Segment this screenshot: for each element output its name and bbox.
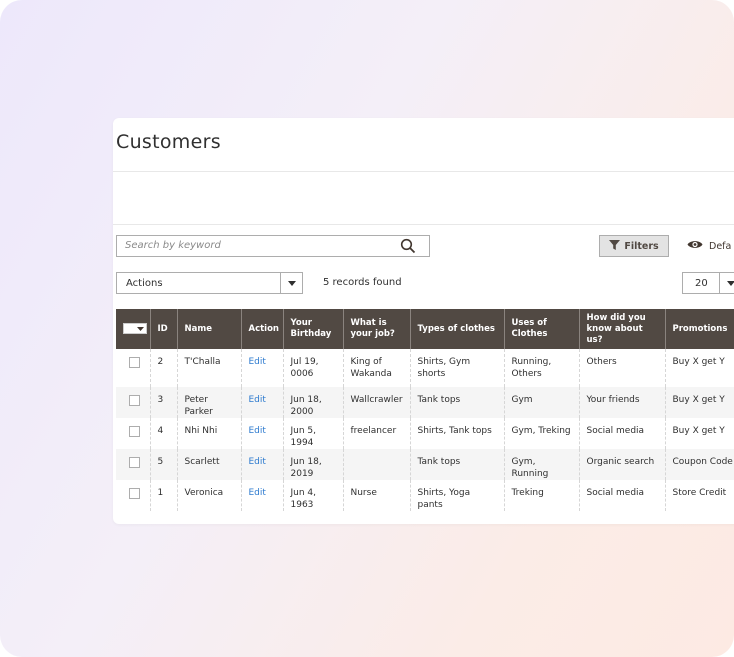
- column-header-name[interactable]: Name: [177, 309, 242, 349]
- table-row: 2 T'Challa Edit Jul 19, 0006 King of Wak…: [116, 349, 734, 387]
- row-select-cell: [116, 480, 151, 511]
- table-row: 1 Veronica Edit Jun 4, 1963 Nurse Shirts…: [116, 480, 734, 511]
- cell-name: Peter Parker: [177, 387, 242, 418]
- per-page-select[interactable]: 20: [682, 272, 734, 294]
- cell-id: 3: [150, 387, 178, 418]
- search-input[interactable]: Search by keyword: [116, 235, 430, 257]
- column-header-birthday[interactable]: Your Birthday: [283, 309, 344, 349]
- row-checkbox[interactable]: [129, 426, 140, 437]
- default-view-toggle[interactable]: Defa: [687, 237, 731, 255]
- records-found: 5 records found: [323, 277, 402, 288]
- cell-how-heard: Your friends: [579, 387, 666, 418]
- cell-clothes-types: Shirts, Tank tops: [410, 418, 505, 449]
- cell-birthday: Jun 18, 2000: [283, 387, 344, 418]
- row-checkbox[interactable]: [129, 457, 140, 468]
- cell-action: Edit: [241, 480, 284, 511]
- search-icon[interactable]: [400, 238, 416, 258]
- grid-header-row: ID Name Action Your Birthday What is you…: [116, 309, 734, 349]
- cell-name: Nhi Nhi: [177, 418, 242, 449]
- cell-birthday: Jun 4, 1963: [283, 480, 344, 511]
- default-view-label: Defa: [709, 240, 732, 252]
- column-header-clothes-types[interactable]: Types of clothes: [410, 309, 505, 349]
- cell-action: Edit: [241, 349, 284, 387]
- cell-id: 4: [150, 418, 178, 449]
- cell-job: King of Wakanda: [343, 349, 411, 387]
- cell-clothes-uses: Treking: [504, 480, 580, 511]
- cell-clothes-uses: Gym: [504, 387, 580, 418]
- mass-select-checkbox[interactable]: [123, 323, 147, 335]
- cell-id: 1: [150, 480, 178, 511]
- cell-how-heard: Social media: [579, 480, 666, 511]
- cell-clothes-types: Tank tops: [410, 387, 505, 418]
- background: Customers Search by keyword Filters Defa: [0, 0, 734, 657]
- per-page-value: 20: [695, 278, 708, 289]
- actions-label: Actions: [126, 278, 163, 289]
- edit-link[interactable]: Edit: [249, 457, 266, 467]
- column-header-job[interactable]: What is your job?: [343, 309, 411, 349]
- cell-job: Wallcrawler: [343, 387, 411, 418]
- filters-label: Filters: [624, 240, 659, 252]
- cell-promotions: Buy X get Y: [665, 387, 734, 418]
- page-title: Customers: [116, 131, 221, 153]
- divider: [113, 171, 734, 172]
- cell-job: [343, 449, 411, 480]
- table-row: 5 Scarlett Edit Jun 18, 2019 Tank tops G…: [116, 449, 734, 480]
- cell-id: 2: [150, 349, 178, 387]
- chevron-down-icon[interactable]: [280, 273, 302, 293]
- row-checkbox[interactable]: [129, 357, 140, 368]
- row-select-cell: [116, 387, 151, 418]
- column-header-promotions[interactable]: Promotions: [665, 309, 734, 349]
- filters-button[interactable]: Filters: [599, 235, 669, 257]
- search-placeholder: Search by keyword: [125, 240, 221, 251]
- edit-link[interactable]: Edit: [249, 357, 266, 367]
- cell-clothes-types: Tank tops: [410, 449, 505, 480]
- edit-link[interactable]: Edit: [249, 488, 266, 498]
- divider: [113, 224, 734, 225]
- cell-action: Edit: [241, 449, 284, 480]
- chevron-down-icon[interactable]: [719, 273, 734, 293]
- eye-icon: [687, 239, 703, 253]
- row-select-cell: [116, 418, 151, 449]
- cell-action: Edit: [241, 418, 284, 449]
- cell-promotions: Coupon Code: [665, 449, 734, 480]
- cell-promotions: Store Credit: [665, 480, 734, 511]
- row-checkbox[interactable]: [129, 488, 140, 499]
- cell-job: Nurse: [343, 480, 411, 511]
- column-header-clothes-uses[interactable]: Uses of Clothes: [504, 309, 580, 349]
- cell-promotions: Buy X get Y: [665, 418, 734, 449]
- cell-clothes-types: Shirts, Gym shorts: [410, 349, 505, 387]
- cell-birthday: Jul 19, 0006: [283, 349, 344, 387]
- cell-birthday: Jun 18, 2019: [283, 449, 344, 480]
- column-header-action: Action: [241, 309, 284, 349]
- cell-name: Scarlett: [177, 449, 242, 480]
- cell-promotions: Buy X get Y: [665, 349, 734, 387]
- edit-link[interactable]: Edit: [249, 426, 266, 436]
- edit-link[interactable]: Edit: [249, 395, 266, 405]
- cell-id: 5: [150, 449, 178, 480]
- actions-dropdown[interactable]: Actions: [116, 272, 303, 294]
- customers-panel: Customers Search by keyword Filters Defa: [113, 118, 734, 524]
- cell-how-heard: Others: [579, 349, 666, 387]
- cell-how-heard: Social media: [579, 418, 666, 449]
- cell-clothes-uses: Gym, Running: [504, 449, 580, 480]
- cell-birthday: Jun 5, 1994: [283, 418, 344, 449]
- table-row: 4 Nhi Nhi Edit Jun 5, 1994 freelancer Sh…: [116, 418, 734, 449]
- mass-select-header[interactable]: [116, 309, 151, 349]
- filter-icon: [609, 239, 621, 253]
- cell-name: Veronica: [177, 480, 242, 511]
- row-select-cell: [116, 349, 151, 387]
- cell-clothes-types: Shirts, Yoga pants: [410, 480, 505, 511]
- column-header-how-heard[interactable]: How did you know about us?: [579, 309, 666, 349]
- cell-how-heard: Organic search: [579, 449, 666, 480]
- customers-grid: ID Name Action Your Birthday What is you…: [116, 309, 734, 511]
- cell-clothes-uses: Gym, Treking: [504, 418, 580, 449]
- row-checkbox[interactable]: [129, 395, 140, 406]
- table-row: 3 Peter Parker Edit Jun 18, 2000 Wallcra…: [116, 387, 734, 418]
- cell-job: freelancer: [343, 418, 411, 449]
- column-header-id[interactable]: ID: [150, 309, 178, 349]
- row-select-cell: [116, 449, 151, 480]
- cell-clothes-uses: Running, Others: [504, 349, 580, 387]
- cell-action: Edit: [241, 387, 284, 418]
- cell-name: T'Challa: [177, 349, 242, 387]
